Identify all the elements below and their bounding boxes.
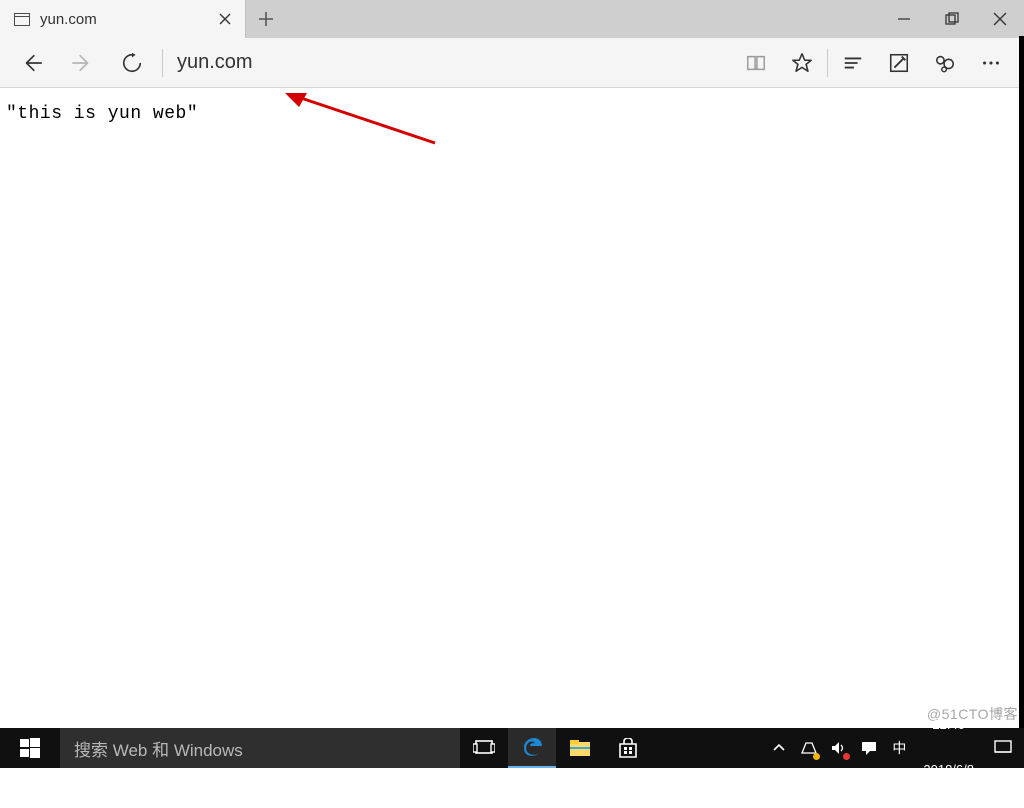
favorites-button[interactable]: [779, 41, 825, 85]
back-button[interactable]: [10, 41, 54, 85]
window-controls: [880, 0, 1024, 38]
address-bar[interactable]: [171, 38, 727, 87]
taskbar-app-edge[interactable]: [508, 728, 556, 768]
browser-tab[interactable]: yun.com: [0, 0, 246, 38]
hub-button[interactable]: [830, 41, 876, 85]
page-body-text: "this is yun web": [0, 88, 1024, 140]
web-note-button[interactable]: [876, 41, 922, 85]
window-maximize-button[interactable]: [928, 0, 976, 38]
window-minimize-button[interactable]: [880, 0, 928, 38]
tray-clock[interactable]: 22:40 2018/6/8: [919, 688, 978, 808]
tray-ime-indicator[interactable]: 中: [889, 728, 909, 768]
window-close-button[interactable]: [976, 0, 1024, 38]
tray-volume-icon[interactable]: [829, 728, 849, 768]
warning-badge-icon: [813, 753, 820, 760]
tray-action-center-icon[interactable]: [859, 728, 879, 768]
start-button[interactable]: [0, 728, 60, 768]
store-icon: [618, 738, 638, 758]
taskbar-search[interactable]: 搜索 Web 和 Windows: [60, 728, 460, 768]
task-view-button[interactable]: [460, 728, 508, 768]
tray-overflow-button[interactable]: [769, 728, 789, 768]
show-desktop-button[interactable]: [982, 728, 1024, 768]
share-button[interactable]: [922, 41, 968, 85]
address-input[interactable]: [177, 51, 727, 74]
taskbar-app-file-explorer[interactable]: [556, 728, 604, 768]
tab-title: yun.com: [40, 11, 201, 28]
toolbar-right: [733, 41, 1014, 85]
notification-icon: [994, 740, 1012, 756]
new-tab-button[interactable]: [246, 0, 286, 38]
taskbar-apps: [460, 728, 652, 768]
tab-close-button[interactable]: [211, 5, 239, 33]
clock-time: 22:40: [923, 718, 974, 733]
tray-security-icon[interactable]: [799, 728, 819, 768]
taskbar-app-store[interactable]: [604, 728, 652, 768]
toolbar-divider: [827, 49, 828, 77]
edge-icon: [520, 735, 544, 759]
window-titlebar: yun.com: [0, 0, 1024, 38]
more-button[interactable]: [968, 41, 1014, 85]
vertical-scrollbar[interactable]: [1019, 36, 1024, 728]
taskbar-search-placeholder: 搜索 Web 和 Windows: [74, 736, 243, 761]
ime-label: 中: [892, 738, 906, 758]
page-icon: [14, 13, 30, 26]
folder-icon: [569, 739, 591, 757]
reading-view-button[interactable]: [733, 41, 779, 85]
forward-button[interactable]: [60, 41, 104, 85]
error-badge-icon: [843, 753, 850, 760]
browser-toolbar: [0, 38, 1024, 88]
taskbar: 搜索 Web 和 Windows: [0, 728, 1024, 768]
clock-date: 2018/6/8: [923, 763, 974, 778]
refresh-button[interactable]: [110, 41, 154, 85]
page-viewport: "this is yun web": [0, 88, 1024, 728]
windows-logo-icon: [20, 738, 40, 758]
toolbar-divider: [162, 49, 163, 77]
system-tray: 中 22:40 2018/6/8: [765, 728, 982, 768]
